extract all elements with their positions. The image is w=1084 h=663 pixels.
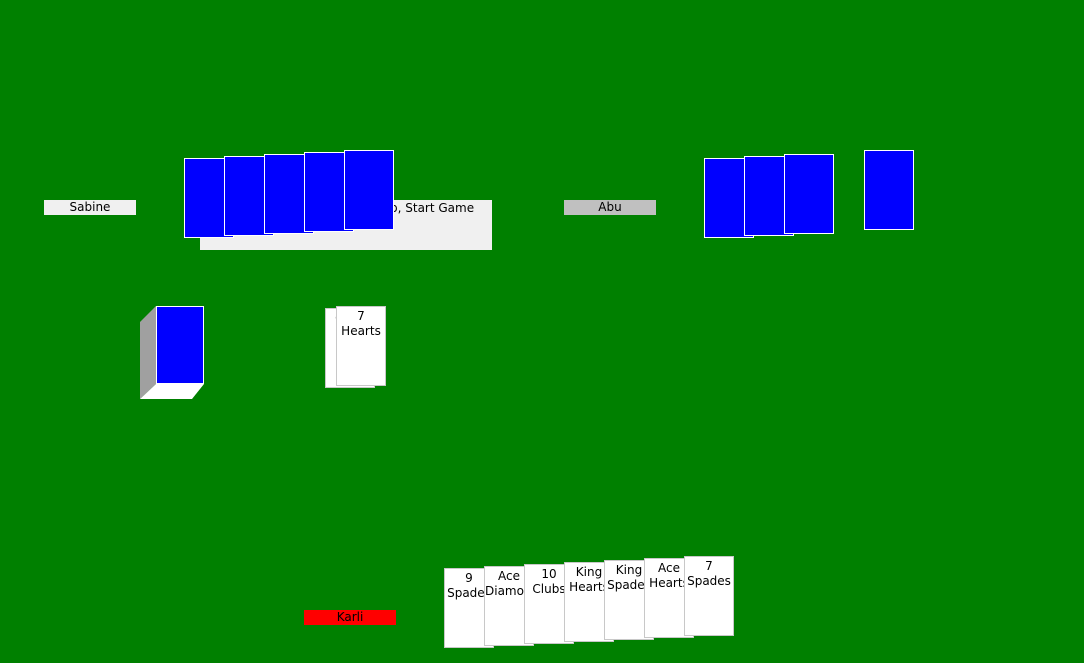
draw-pile[interactable] [140, 306, 204, 399]
card-back [864, 150, 914, 230]
player-name: Abu [598, 200, 622, 214]
player-label-karli: Karli [304, 610, 396, 625]
message-text: p, Start Game [390, 201, 475, 215]
discard-top-card[interactable]: 7 Hearts [336, 306, 386, 386]
card-back [784, 154, 834, 234]
player-name: Sabine [69, 200, 111, 214]
card-back[interactable] [156, 306, 204, 384]
card-back [344, 150, 394, 230]
discard-pile[interactable]: 6 H 7 Hearts [324, 306, 388, 392]
player-label-abu: Abu [564, 200, 656, 215]
hand-card-7-spades[interactable]: 7 Spades [684, 556, 734, 636]
player-label-sabine: Sabine [44, 200, 136, 215]
player-name: Karli [336, 610, 364, 624]
